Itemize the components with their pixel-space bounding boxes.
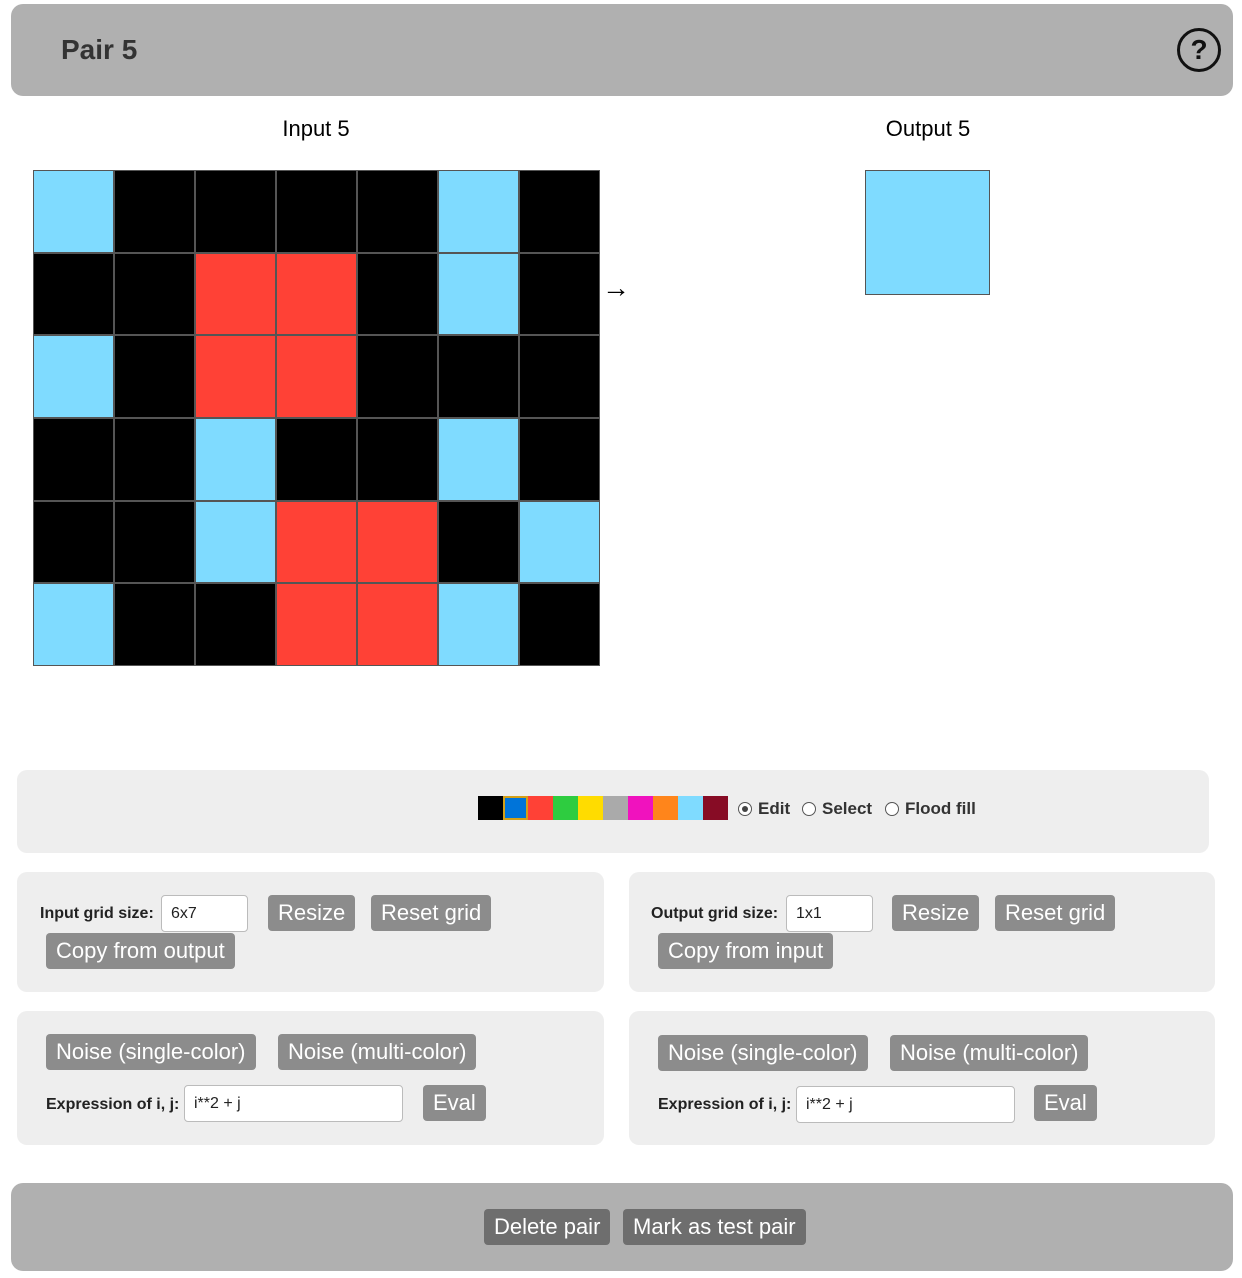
input-resize-button[interactable]: Resize [268, 895, 356, 931]
grid-cell[interactable] [276, 417, 357, 501]
color-swatch[interactable] [628, 796, 653, 820]
pair-title: Pair 5 [61, 34, 138, 65]
grid-cell[interactable] [519, 252, 600, 336]
output-noise-multi-button[interactable]: Noise (multi-color) [890, 1035, 1089, 1071]
grid-cell[interactable] [357, 417, 438, 501]
arrow-right-icon: → [602, 272, 630, 303]
output-resize-button[interactable]: Resize [892, 895, 980, 931]
input-eval-button[interactable]: Eval [423, 1085, 486, 1121]
grid-cell[interactable] [114, 252, 195, 336]
grid-cell[interactable] [114, 417, 195, 501]
grid-cell[interactable] [438, 170, 519, 253]
grid-cell[interactable] [519, 170, 600, 253]
grid-cell[interactable] [195, 500, 276, 584]
grid-cell[interactable] [357, 252, 438, 336]
grid-cell[interactable] [276, 335, 357, 418]
grid-cell[interactable] [195, 170, 276, 253]
mode-flood-fill-label: Flood fill [905, 799, 976, 818]
output-grid-label: Output 5 [885, 116, 971, 141]
output-grid[interactable] [865, 170, 990, 295]
grid-cell[interactable] [33, 252, 114, 336]
grid-cell[interactable] [114, 500, 195, 584]
grid-cell[interactable] [519, 335, 600, 418]
output-size-field[interactable] [786, 895, 873, 932]
pair-footer [11, 1183, 1233, 1271]
input-size-panel [17, 872, 604, 992]
grid-cell[interactable] [519, 583, 600, 666]
flood-fill-radio[interactable] [885, 802, 899, 816]
color-swatch[interactable] [678, 796, 703, 820]
color-swatch[interactable] [478, 796, 503, 820]
input-noise-single-button[interactable]: Noise (single-color) [46, 1034, 256, 1070]
grid-cell[interactable] [276, 500, 357, 584]
grid-cell[interactable] [33, 335, 114, 418]
mode-edit[interactable]: Edit [738, 799, 790, 819]
grid-cell[interactable] [438, 583, 519, 666]
color-swatch[interactable] [653, 796, 678, 820]
color-swatch[interactable] [503, 796, 528, 820]
copy-from-output-button[interactable]: Copy from output [46, 933, 235, 969]
grid-cell[interactable] [276, 583, 357, 666]
output-size-label: Output grid size: [651, 905, 779, 922]
grid-cell[interactable] [357, 335, 438, 418]
grid-cell[interactable] [195, 252, 276, 336]
input-expression-field[interactable] [184, 1085, 403, 1122]
grid-cell[interactable] [276, 252, 357, 336]
grid-cell[interactable] [114, 583, 195, 666]
delete-pair-button[interactable]: Delete pair [484, 1209, 611, 1245]
grid-cell[interactable] [114, 335, 195, 418]
grid-cell[interactable] [33, 583, 114, 666]
help-icon[interactable]: ? [1177, 28, 1221, 72]
color-swatch[interactable] [528, 796, 553, 820]
output-size-panel [629, 872, 1215, 992]
grid-cell[interactable] [276, 170, 357, 253]
grid-cell[interactable] [114, 170, 195, 253]
output-noise-single-button[interactable]: Noise (single-color) [658, 1035, 868, 1071]
mark-test-pair-button[interactable]: Mark as test pair [623, 1209, 806, 1245]
grid-cell[interactable] [357, 500, 438, 584]
color-swatch[interactable] [578, 796, 603, 820]
grid-cell[interactable] [195, 417, 276, 501]
color-swatch[interactable] [553, 796, 578, 820]
grid-cell[interactable] [519, 500, 600, 584]
pair-header: Pair 5 ? [11, 4, 1233, 96]
grid-cell[interactable] [438, 252, 519, 336]
copy-from-input-button[interactable]: Copy from input [658, 933, 834, 969]
input-size-field[interactable] [161, 895, 248, 932]
edit-radio[interactable] [738, 802, 752, 816]
input-reset-grid-button[interactable]: Reset grid [371, 895, 492, 931]
grid-cell[interactable] [33, 170, 114, 253]
grid-cell[interactable] [438, 417, 519, 501]
grid-cell[interactable] [33, 417, 114, 501]
grid-cell[interactable] [438, 335, 519, 418]
input-noise-multi-button[interactable]: Noise (multi-color) [278, 1034, 477, 1070]
mode-edit-label: Edit [758, 799, 791, 818]
grid-cell[interactable] [519, 417, 600, 501]
grid-cell[interactable] [438, 500, 519, 584]
grid-cell[interactable] [357, 583, 438, 666]
select-radio[interactable] [802, 802, 816, 816]
input-size-label: Input grid size: [40, 905, 154, 922]
mode-select[interactable]: Select [802, 799, 872, 819]
input-expression-label: Expression of i, j: [46, 1096, 180, 1113]
grid-cell[interactable] [357, 170, 438, 253]
grid-cell[interactable] [865, 170, 990, 295]
output-expression-label: Expression of i, j: [658, 1096, 792, 1113]
input-noise-panel [17, 1011, 604, 1145]
grid-cell[interactable] [195, 583, 276, 666]
output-expression-field[interactable] [796, 1086, 1015, 1123]
grid-cell[interactable] [33, 500, 114, 584]
mode-select-label: Select [822, 799, 873, 818]
color-swatch[interactable] [603, 796, 628, 820]
mode-flood-fill[interactable]: Flood fill [885, 799, 976, 819]
output-noise-panel [629, 1011, 1215, 1145]
output-reset-grid-button[interactable]: Reset grid [995, 895, 1116, 931]
output-eval-button[interactable]: Eval [1034, 1085, 1097, 1121]
input-grid[interactable] [33, 170, 600, 666]
grid-cell[interactable] [195, 335, 276, 418]
color-swatch[interactable] [703, 796, 728, 820]
input-grid-label: Input 5 [282, 116, 350, 141]
color-palette [478, 796, 728, 820]
